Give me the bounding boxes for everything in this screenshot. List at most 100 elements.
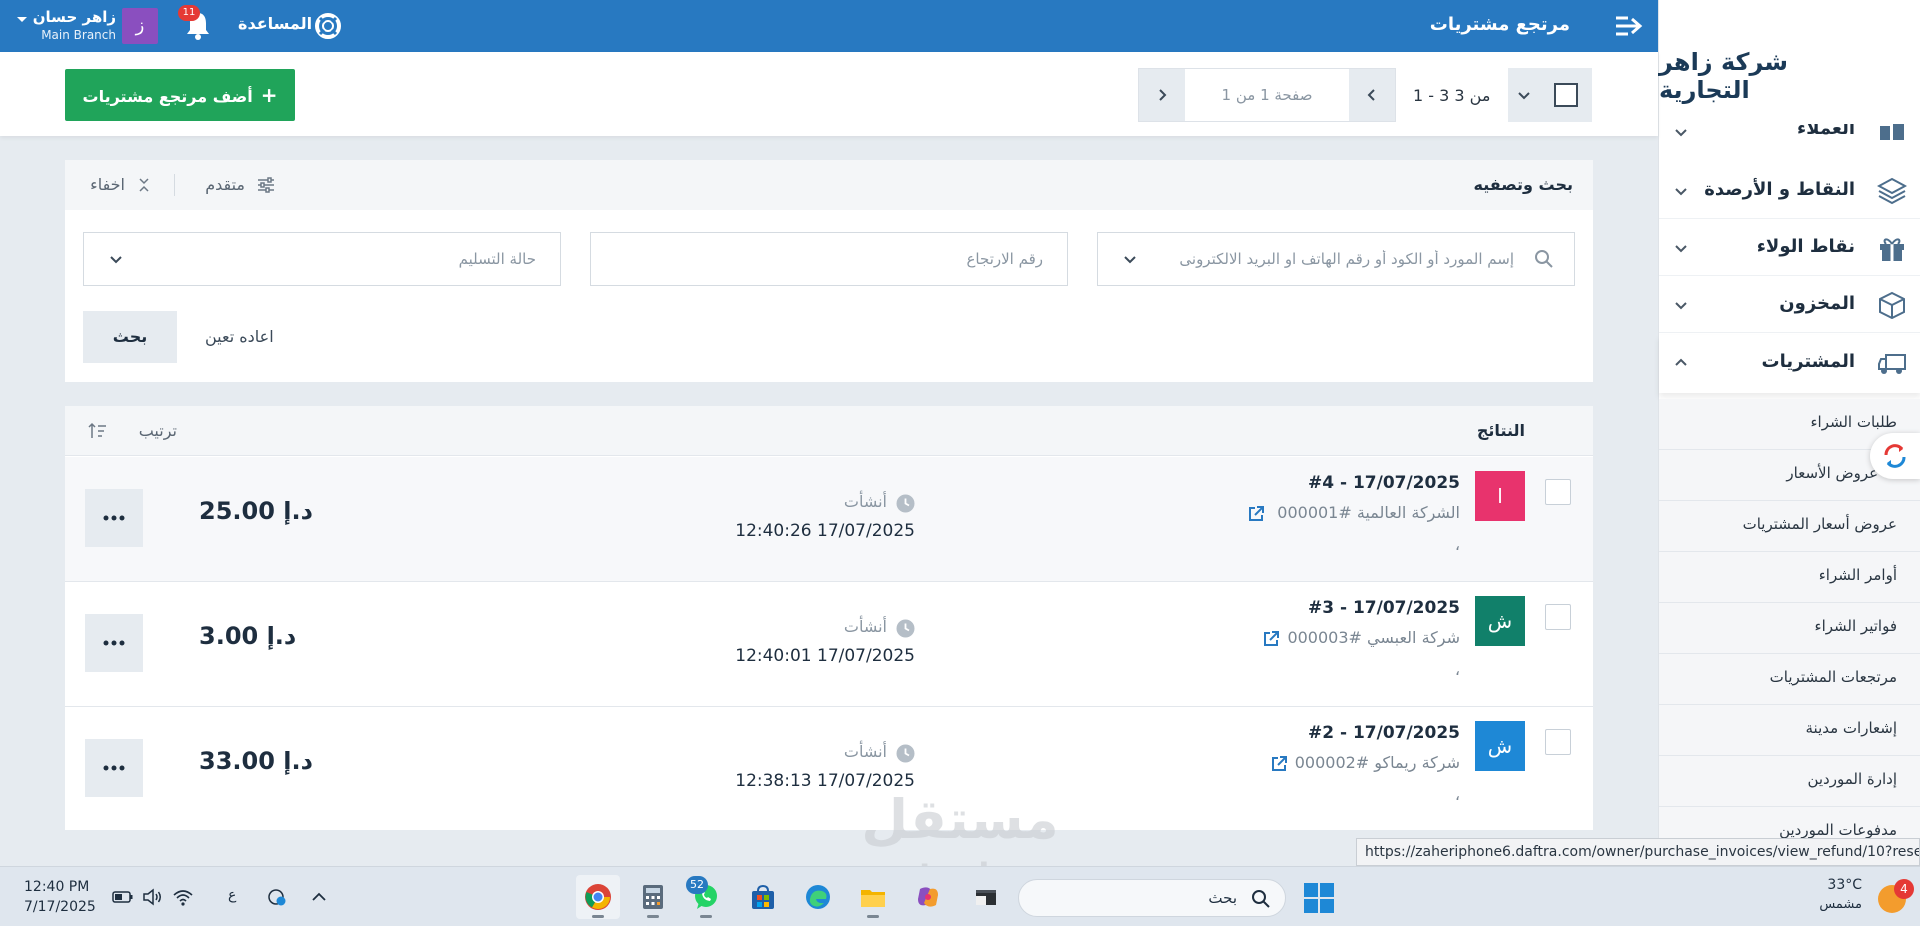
refund-number-placeholder: رقم الارتجاع — [966, 250, 1043, 268]
hide-search-toggle[interactable]: اخفاء — [85, 174, 151, 196]
refund-number-input[interactable]: رقم الارتجاع — [590, 232, 1068, 286]
select-all-checkbox[interactable] — [1554, 83, 1578, 107]
row-actions-button[interactable] — [85, 489, 143, 547]
clock-icon — [896, 619, 915, 638]
taskbar-app-calculator[interactable] — [631, 875, 675, 919]
submenu-item-purchase-orders[interactable]: أوامر الشراء — [1659, 552, 1920, 603]
results-panel: النتائج ترتيب ا #4 - 17/07/2025 الشركة ا… — [65, 406, 1593, 830]
layers-icon — [1877, 177, 1907, 205]
submenu-item-debit-notes[interactable]: إشعارات مدينة — [1659, 705, 1920, 756]
external-link-icon[interactable] — [1262, 630, 1280, 648]
active-indicator — [592, 915, 604, 918]
previous-page-button[interactable] — [1349, 69, 1395, 121]
chevron-down-icon — [1675, 245, 1687, 253]
user-menu[interactable]: زاهر حسان Main Branch ز — [10, 4, 160, 48]
table-row[interactable]: ا #4 - 17/07/2025 الشركة العالمية #00000… — [65, 457, 1593, 582]
submenu-item-purchase-invoices[interactable]: فواتير الشراء — [1659, 603, 1920, 654]
taskbar-app-copilot[interactable] — [906, 875, 950, 919]
row-title[interactable]: #3 - 17/07/2025 — [1308, 598, 1460, 618]
search-header: بحث وتصفيه متقدم اخفاء — [65, 160, 1593, 210]
sort-button[interactable]: ترتيب — [87, 420, 177, 442]
taskbar: 12:40 PM 7/17/2025 ع 52 بحث 33°C مشمس 4 — [0, 866, 1920, 926]
created-label: أنشأت — [843, 742, 887, 761]
add-purchase-return-button[interactable]: أضف مرتجع مشتريات + — [65, 69, 295, 121]
submenu-item-purchase-quotations[interactable]: عروض أسعار المشتريات — [1659, 501, 1920, 552]
sidebar-item-loyalty[interactable]: نقاط الولاء — [1659, 220, 1920, 276]
help-label: المساعدة — [238, 14, 313, 33]
results-title: النتائج — [1476, 421, 1525, 440]
help-button[interactable]: المساعدة — [238, 12, 346, 40]
plus-icon: + — [260, 83, 278, 107]
row-title[interactable]: #2 - 17/07/2025 — [1308, 723, 1460, 743]
avatar: ش — [1475, 721, 1525, 771]
submenu-label: مرتجعات المشتريات — [1769, 668, 1897, 686]
language-indicator[interactable]: ع — [228, 887, 236, 903]
taskbar-app-chrome[interactable] — [576, 875, 620, 919]
caret-down-icon — [17, 17, 27, 22]
page-indicator[interactable]: صفحة 1 من 1 — [1185, 69, 1349, 121]
supplier-search-input[interactable]: إسم المورد أو الكود أو رقم الهاتف او الب… — [1097, 232, 1575, 286]
submenu-item-purchase-returns[interactable]: مرتجعات المشتريات — [1659, 654, 1920, 705]
taskbar-app-terminal[interactable] — [964, 875, 1008, 919]
advanced-search-toggle[interactable]: متقدم — [195, 174, 275, 196]
refresh-fab[interactable] — [1870, 433, 1920, 479]
delivery-status-select[interactable]: حالة التسليم — [83, 232, 561, 286]
watermark-arabic: مستقل — [861, 788, 1059, 851]
sidebar-item-label: النقاط و الأرصدة — [1704, 179, 1855, 200]
clock[interactable]: 12:40 PM 7/17/2025 — [24, 877, 96, 917]
buildings-icon — [1880, 124, 1904, 140]
weather-widget[interactable]: 33°C مشمس 4 — [1806, 877, 1914, 917]
weather-temperature: 33°C — [1827, 877, 1862, 893]
sidebar-item-purchases[interactable]: المشتريات — [1659, 335, 1920, 393]
sidebar-item-points-balances[interactable]: النقاط و الأرصدة — [1659, 163, 1920, 219]
submenu-label: عروض أسعار المشتريات — [1742, 515, 1897, 533]
taskbar-search[interactable]: بحث — [1018, 879, 1286, 917]
network-status-icon[interactable] — [266, 887, 288, 907]
gift-icon — [1880, 238, 1904, 261]
battery-icon[interactable] — [112, 887, 134, 907]
lifebuoy-icon — [315, 13, 341, 39]
pagination: صفحة 1 من 1 — [1138, 68, 1396, 122]
sidebar-item-inventory[interactable]: المخزون — [1659, 277, 1920, 333]
row-timestamp: 12:40:01 17/07/2025 — [735, 646, 915, 666]
row-title[interactable]: #4 - 17/07/2025 — [1308, 473, 1460, 493]
search-title: بحث وتصفيه — [1473, 175, 1573, 194]
select-all-dropdown[interactable] — [1508, 68, 1592, 122]
submenu-item-supplier-management[interactable]: إدارة الموردين — [1659, 756, 1920, 807]
search-button[interactable]: بحث — [83, 311, 177, 363]
truck-icon — [1878, 354, 1906, 374]
taskbar-app-edge[interactable] — [796, 875, 840, 919]
taskbar-app-file-explorer[interactable] — [851, 875, 895, 919]
row-checkbox[interactable] — [1545, 604, 1571, 630]
external-link-icon[interactable] — [1270, 755, 1288, 773]
external-link-icon[interactable] — [1247, 505, 1265, 523]
top-bar: مرتجع مشتريات زاهر حسان Main Branch ز 11… — [0, 0, 1658, 52]
volume-icon[interactable] — [142, 887, 164, 907]
reset-button[interactable]: اعاده تعين — [205, 327, 274, 346]
row-actions-button[interactable] — [85, 739, 143, 797]
page-title: مرتجع مشتريات — [1429, 14, 1570, 35]
more-icon — [103, 640, 125, 646]
clock-date: 7/17/2025 — [24, 899, 96, 915]
table-row[interactable]: ش #2 - 17/07/2025 شركة ريماكو #000002 ، … — [65, 707, 1593, 830]
row-actions-button[interactable] — [85, 614, 143, 672]
search-icon — [1535, 250, 1553, 268]
windows-start-icon[interactable] — [1302, 881, 1336, 915]
sidebar-toggle-icon[interactable] — [1614, 13, 1644, 39]
row-checkbox[interactable] — [1545, 479, 1571, 505]
chevron-up-icon[interactable] — [308, 887, 330, 907]
search-panel: بحث وتصفيه متقدم اخفاء إسم المورد أو الك… — [65, 160, 1593, 382]
weather-description: مشمس — [1819, 897, 1862, 912]
submenu-label: أوامر الشراء — [1818, 566, 1897, 584]
avatar: ش — [1475, 596, 1525, 646]
taskbar-app-store[interactable] — [741, 875, 785, 919]
divider — [174, 174, 175, 196]
sort-icon — [88, 422, 106, 438]
next-page-button[interactable] — [1139, 69, 1185, 121]
active-indicator — [867, 915, 879, 918]
row-checkbox[interactable] — [1545, 729, 1571, 755]
wifi-icon[interactable] — [172, 887, 194, 907]
weather-badge: 4 — [1894, 879, 1914, 899]
table-row[interactable]: ش #3 - 17/07/2025 شركة العبسي #000003 ، … — [65, 582, 1593, 707]
sidebar-item-clients-partial[interactable]: العملاء — [1659, 124, 1920, 140]
